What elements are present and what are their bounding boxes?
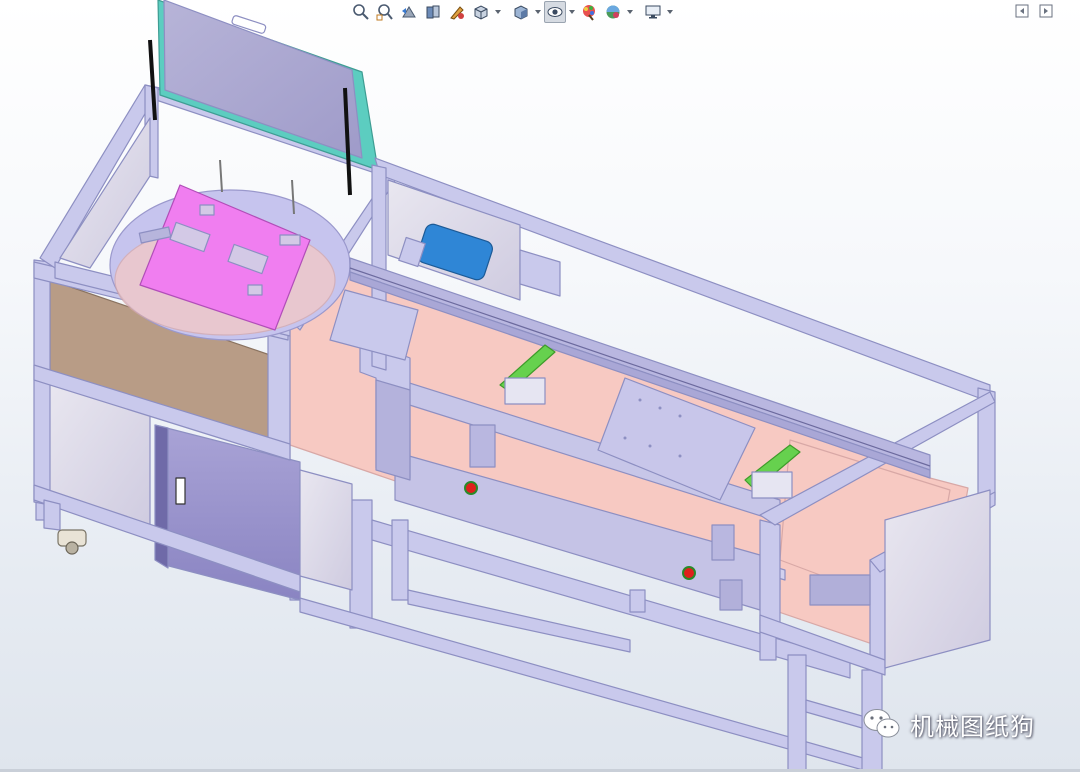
- right-end-panel[interactable]: [884, 489, 991, 669]
- cad-application-window: 机械图纸狗: [0, 0, 1080, 772]
- panel-expand-right-icon[interactable]: [1038, 2, 1054, 20]
- hide-show-items-dropdown[interactable]: [568, 1, 576, 23]
- cabinet-handle[interactable]: [175, 477, 186, 505]
- edit-appearance-icon[interactable]: [578, 1, 600, 23]
- view-settings-dropdown[interactable]: [666, 1, 674, 23]
- apply-scene-icon[interactable]: [602, 1, 624, 23]
- machine-assembly[interactable]: [33, 0, 996, 772]
- zoom-to-fit-icon[interactable]: [350, 1, 372, 23]
- watermark-text: 机械图纸狗: [910, 712, 1035, 741]
- 3d-graphics-viewport[interactable]: [0, 0, 1080, 772]
- display-style-dropdown[interactable]: [534, 1, 542, 23]
- open-glass-lid[interactable]: [157, 0, 379, 171]
- panel-controls: [1014, 2, 1054, 20]
- caster-wheel[interactable]: [57, 529, 87, 555]
- view-orientation-icon[interactable]: [470, 1, 492, 23]
- display-style-icon[interactable]: [510, 1, 532, 23]
- dynamic-annotation-icon[interactable]: [446, 1, 468, 23]
- previous-view-icon[interactable]: [398, 1, 420, 23]
- panel-collapse-left-icon[interactable]: [1014, 2, 1030, 20]
- hide-show-items-icon[interactable]: [544, 1, 566, 23]
- watermark: 机械图纸狗: [862, 704, 1035, 744]
- red-button-left[interactable]: [464, 481, 478, 495]
- heads-up-view-toolbar: [350, 1, 674, 23]
- zoom-to-area-icon[interactable]: [374, 1, 396, 23]
- view-settings-icon[interactable]: [642, 1, 664, 23]
- red-button-right[interactable]: [682, 566, 696, 580]
- section-view-icon[interactable]: [422, 1, 444, 23]
- view-orientation-dropdown[interactable]: [494, 1, 502, 23]
- apply-scene-dropdown[interactable]: [626, 1, 634, 23]
- wechat-logo-icon: [863, 709, 900, 738]
